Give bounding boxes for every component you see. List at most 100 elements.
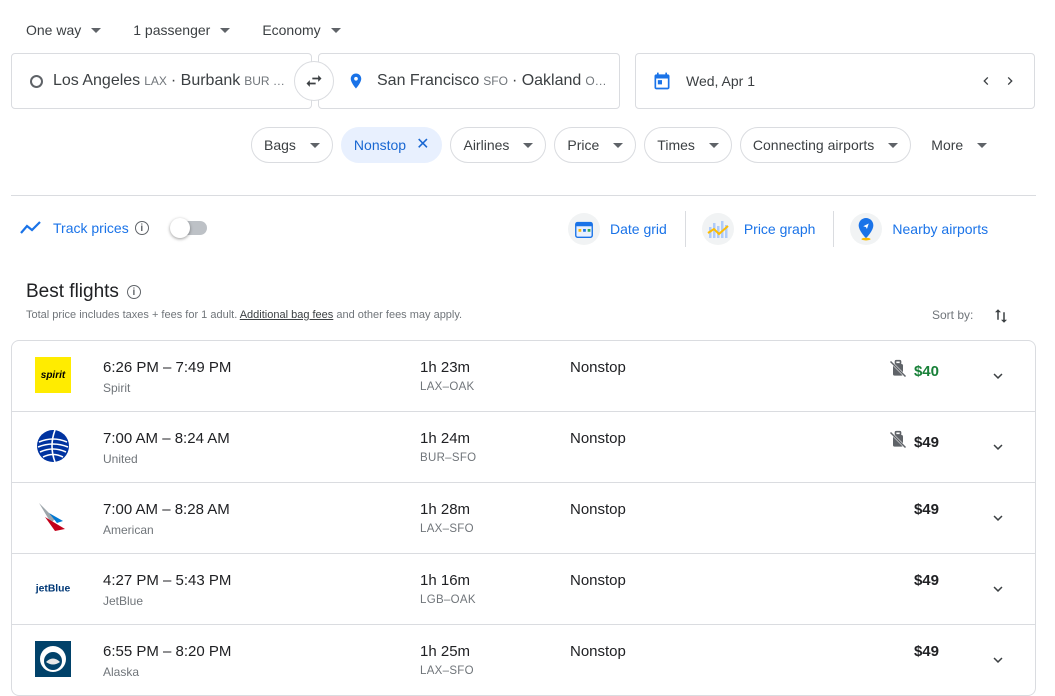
filter-bags[interactable]: Bags <box>251 127 333 163</box>
destination-city: San Francisco <box>377 72 480 89</box>
departure-date: Wed, Apr 1 <box>686 73 756 89</box>
no-carry-on-bag-icon <box>889 359 907 378</box>
expand-button[interactable] <box>989 651 1007 674</box>
date-grid-icon <box>568 213 600 245</box>
chevron-down-icon <box>993 586 1003 592</box>
best-flights-heading: Best flights i <box>26 281 141 303</box>
sort-button[interactable] <box>992 306 1010 331</box>
price-value: $40 <box>913 362 939 380</box>
svg-text:spirit: spirit <box>41 370 66 381</box>
destination-more-code: O… <box>585 74 607 88</box>
price-graph-icon <box>701 213 734 245</box>
chevron-down-icon <box>993 373 1003 379</box>
flight-stops: Nonstop <box>570 501 626 518</box>
expand-button[interactable] <box>989 438 1007 461</box>
caret-down-icon <box>708 142 719 148</box>
flight-price: $40 <box>888 359 939 383</box>
flight-row-spirit[interactable]: spirit 6:26 PM – 7:49 PM Spirit 1h 23m L… <box>12 341 1035 411</box>
passenger-select[interactable]: 1 passenger <box>133 18 231 42</box>
track-prices-toggle[interactable] <box>169 218 207 238</box>
next-date-button[interactable] <box>1000 71 1020 91</box>
flight-route: BUR–SFO <box>420 452 477 464</box>
origin-more-code: BUR … <box>244 74 285 88</box>
filter-chips: Bags Nonstop ✕ Airlines Price Times Conne… <box>251 127 1007 163</box>
caret-down-icon <box>330 27 341 33</box>
nearby-airports-button[interactable]: Nearby airports <box>850 211 1006 247</box>
flight-route: LAX–OAK <box>420 381 475 393</box>
nearby-airports-icon <box>850 213 883 245</box>
filter-times[interactable]: Times <box>644 127 732 163</box>
filter-label: Connecting airports <box>752 137 875 153</box>
info-icon[interactable]: i <box>126 285 141 299</box>
expand-button[interactable] <box>989 509 1007 532</box>
caret-down-icon <box>888 142 899 148</box>
price-graph-button[interactable]: Price graph <box>701 211 834 247</box>
track-prices: Track prices i <box>19 218 207 238</box>
price-graph-label: Price graph <box>743 221 816 237</box>
destination-field[interactable]: San Francisco SFO · Oakland O… <box>318 53 620 109</box>
date-grid-button[interactable]: Date grid <box>568 211 685 247</box>
previous-date-button[interactable] <box>976 71 996 91</box>
destination-more: · Oakland <box>511 72 582 89</box>
chevron-left-icon <box>983 77 989 85</box>
flight-route: LGB–OAK <box>420 594 476 606</box>
location-pin-icon <box>350 73 362 89</box>
no-bag-indicator <box>888 430 908 454</box>
flight-duration: 1h 28m <box>420 501 471 518</box>
trip-options: One way 1 passenger Economy <box>26 18 373 42</box>
jetblue-logo: jetBlue <box>35 570 71 606</box>
filter-connecting-airports[interactable]: Connecting airports <box>739 127 912 163</box>
filter-label: Price <box>567 137 600 153</box>
flight-row-alaska[interactable]: 6:55 PM – 8:20 PM Alaska 1h 25m LAX–SFO … <box>12 624 1035 695</box>
caret-down-icon <box>309 142 320 148</box>
airline-name: Spirit <box>103 381 131 395</box>
chevron-down-icon <box>993 444 1003 450</box>
close-icon[interactable]: ✕ <box>416 137 429 153</box>
flight-times: 7:00 AM – 8:28 AM <box>103 501 230 518</box>
nearby-airports-label: Nearby airports <box>892 221 989 237</box>
flight-duration: 1h 25m <box>420 643 471 660</box>
bag-fees-link[interactable]: Additional bag fees <box>240 309 334 321</box>
alaska-logo <box>35 641 71 677</box>
sort-by-label: Sort by: <box>932 308 974 322</box>
airline-name: JetBlue <box>103 594 144 608</box>
trend-line-icon <box>20 221 41 234</box>
flight-list: spirit 6:26 PM – 7:49 PM Spirit 1h 23m L… <box>11 340 1036 696</box>
expand-button[interactable] <box>989 367 1007 390</box>
flight-times: 7:00 AM – 8:24 AM <box>103 430 230 447</box>
filter-nonstop[interactable]: Nonstop ✕ <box>340 127 443 163</box>
departure-date-field[interactable]: Wed, Apr 1 <box>635 53 1035 109</box>
flight-times: 6:26 PM – 7:49 PM <box>103 359 232 376</box>
best-flights-title: Best flights <box>26 281 119 302</box>
flight-row-american[interactable]: 7:00 AM – 8:28 AM American 1h 28m LAX–SF… <box>12 482 1035 553</box>
filter-price[interactable]: Price <box>554 127 637 163</box>
flight-row-united[interactable]: 7:00 AM – 8:24 AM United 1h 24m BUR–SFO … <box>12 411 1035 482</box>
expand-button[interactable] <box>989 580 1007 603</box>
flight-price: $49 <box>888 430 939 454</box>
flight-stops: Nonstop <box>570 359 626 376</box>
info-icon[interactable]: i <box>134 221 149 235</box>
divider <box>684 211 686 247</box>
caret-down-icon <box>613 142 624 148</box>
filter-more[interactable]: More <box>919 127 999 163</box>
cabin-select[interactable]: Economy <box>262 18 341 42</box>
trip-type-select[interactable]: One way <box>26 18 102 42</box>
filter-label: Times <box>657 137 695 153</box>
flight-stops: Nonstop <box>570 572 626 589</box>
price-value: $49 <box>913 643 939 660</box>
airline-name: United <box>103 452 138 466</box>
flight-duration: 1h 16m <box>420 572 471 589</box>
airline-name: Alaska <box>103 665 140 679</box>
swap-button[interactable] <box>294 61 334 101</box>
caret-down-icon <box>91 27 102 33</box>
filter-airlines[interactable]: Airlines <box>450 127 547 163</box>
flight-row-jetblue[interactable]: jetBlue 4:27 PM – 5:43 PM JetBlue 1h 16m… <box>12 553 1035 624</box>
american-logo <box>35 499 71 535</box>
flight-tools: Date grid Price graph Nearby airports <box>568 211 1006 247</box>
spirit-logo: spirit <box>35 357 71 393</box>
filter-label: More <box>931 137 964 153</box>
origin-field[interactable]: Los Angeles LAX · Burbank BUR … <box>11 53 312 109</box>
price-value: $49 <box>913 501 939 518</box>
flight-price: $49 <box>914 572 939 589</box>
airline-name: American <box>103 523 154 537</box>
